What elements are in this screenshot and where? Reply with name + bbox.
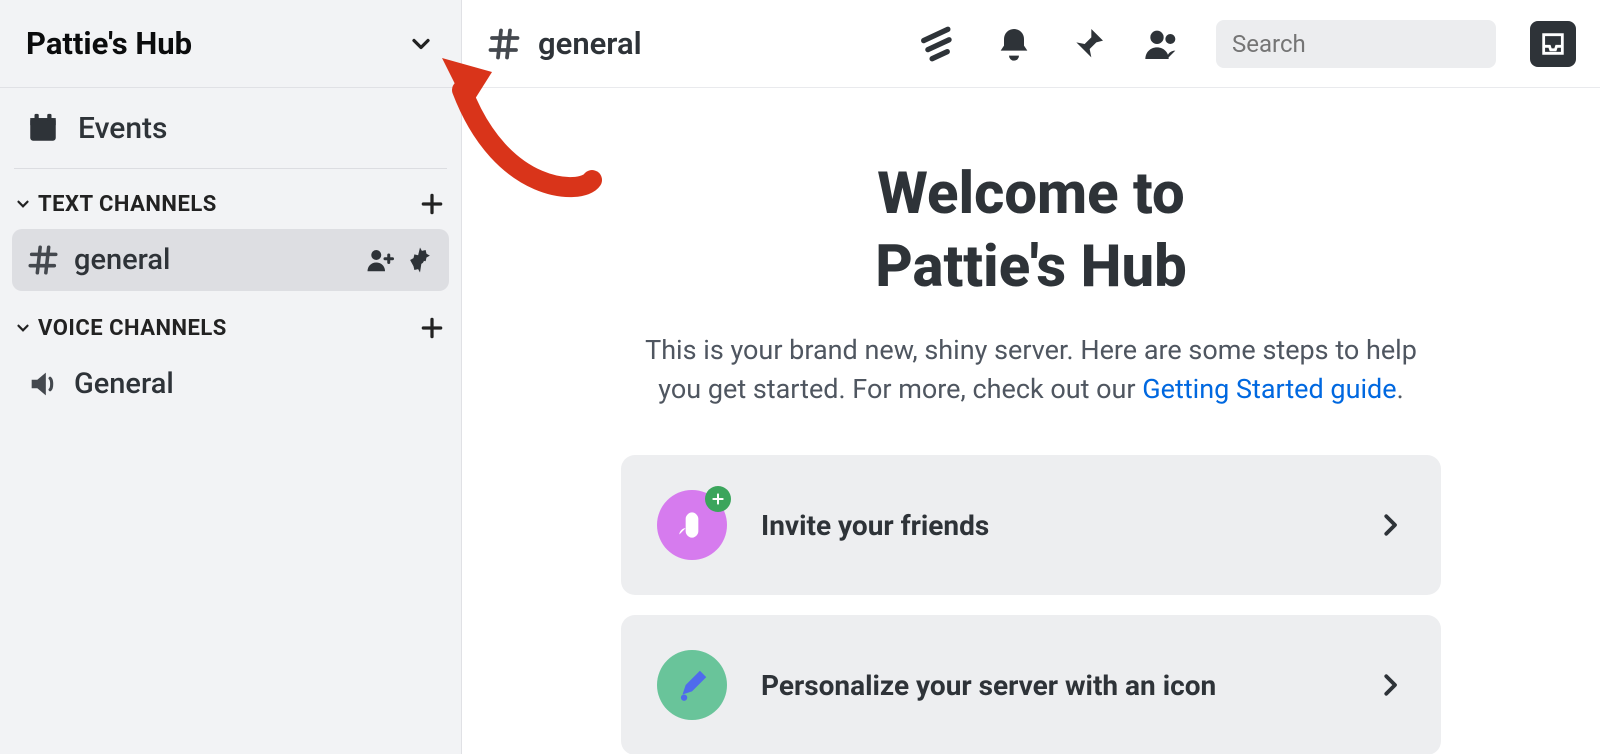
chevron-down-icon — [14, 319, 32, 337]
search-input[interactable] — [1232, 30, 1543, 58]
welcome-sub-suffix: . — [1397, 373, 1404, 405]
section-title: VOICE CHANNELS — [38, 316, 227, 341]
getting-started-link[interactable]: Getting Started guide — [1142, 373, 1396, 405]
section-voice-channels: VOICE CHANNELS General — [0, 293, 461, 417]
onboarding-cards: Invite your friends Personalize your ser… — [621, 455, 1441, 754]
channel-name: general — [74, 243, 351, 277]
wave-icon — [673, 506, 711, 544]
section-text-channels: TEXT CHANNELS general — [0, 169, 461, 293]
events-label: Events — [78, 111, 167, 146]
welcome-title-line1: Welcome to — [877, 160, 1184, 228]
sidebar: Pattie's Hub Events TEXT CHANNELS genera… — [0, 0, 462, 754]
invite-icon[interactable] — [365, 245, 395, 275]
badge-plus — [705, 486, 731, 512]
welcome-subtitle: This is your brand new, shiny server. He… — [621, 331, 1441, 409]
add-channel-icon[interactable] — [419, 315, 445, 341]
card-icon-wave — [657, 490, 727, 560]
events-button[interactable]: Events — [0, 88, 461, 168]
plus-icon — [710, 491, 726, 507]
topbar-channel: general — [486, 25, 642, 62]
hash-icon — [26, 243, 60, 277]
channel-actions — [365, 245, 435, 275]
chevron-right-icon — [1375, 510, 1405, 540]
gear-icon[interactable] — [405, 245, 435, 275]
speaker-icon — [26, 367, 60, 401]
content: Welcome to Pattie's Hub This is your bra… — [462, 88, 1600, 754]
chevron-down-icon — [14, 195, 32, 213]
hash-icon — [486, 26, 522, 62]
chevron-down-icon — [407, 30, 435, 58]
topbar-actions — [920, 20, 1576, 68]
brush-icon — [673, 666, 711, 704]
welcome-title-line2: Pattie's Hub — [875, 233, 1186, 301]
channel-title: general — [538, 25, 642, 62]
inbox-button[interactable] — [1530, 21, 1576, 67]
server-name: Pattie's Hub — [26, 25, 192, 62]
card-personalize-server[interactable]: Personalize your server with an icon — [621, 615, 1441, 754]
voice-channel-general[interactable]: General — [12, 353, 449, 415]
section-title: TEXT CHANNELS — [38, 192, 217, 217]
card-invite-friends[interactable]: Invite your friends — [621, 455, 1441, 595]
pin-icon[interactable] — [1068, 24, 1108, 64]
search-box[interactable] — [1216, 20, 1496, 68]
topbar: general — [462, 0, 1600, 88]
card-label: Personalize your server with an icon — [761, 669, 1341, 702]
chevron-right-icon — [1375, 670, 1405, 700]
channel-name: General — [74, 367, 435, 401]
server-header[interactable]: Pattie's Hub — [0, 0, 461, 88]
calendar-icon — [26, 111, 60, 145]
members-icon[interactable] — [1142, 24, 1182, 64]
bell-icon[interactable] — [994, 24, 1034, 64]
section-header-text[interactable]: TEXT CHANNELS — [10, 191, 451, 227]
inbox-icon — [1539, 30, 1567, 58]
card-label: Invite your friends — [761, 509, 1341, 542]
add-channel-icon[interactable] — [419, 191, 445, 217]
welcome-title: Welcome to Pattie's Hub — [621, 158, 1441, 303]
channel-general[interactable]: general — [12, 229, 449, 291]
card-icon-brush — [657, 650, 727, 720]
main: general Welcome to Pattie's Hub This is … — [462, 0, 1600, 754]
threads-icon[interactable] — [920, 24, 960, 64]
section-header-voice[interactable]: VOICE CHANNELS — [10, 315, 451, 351]
